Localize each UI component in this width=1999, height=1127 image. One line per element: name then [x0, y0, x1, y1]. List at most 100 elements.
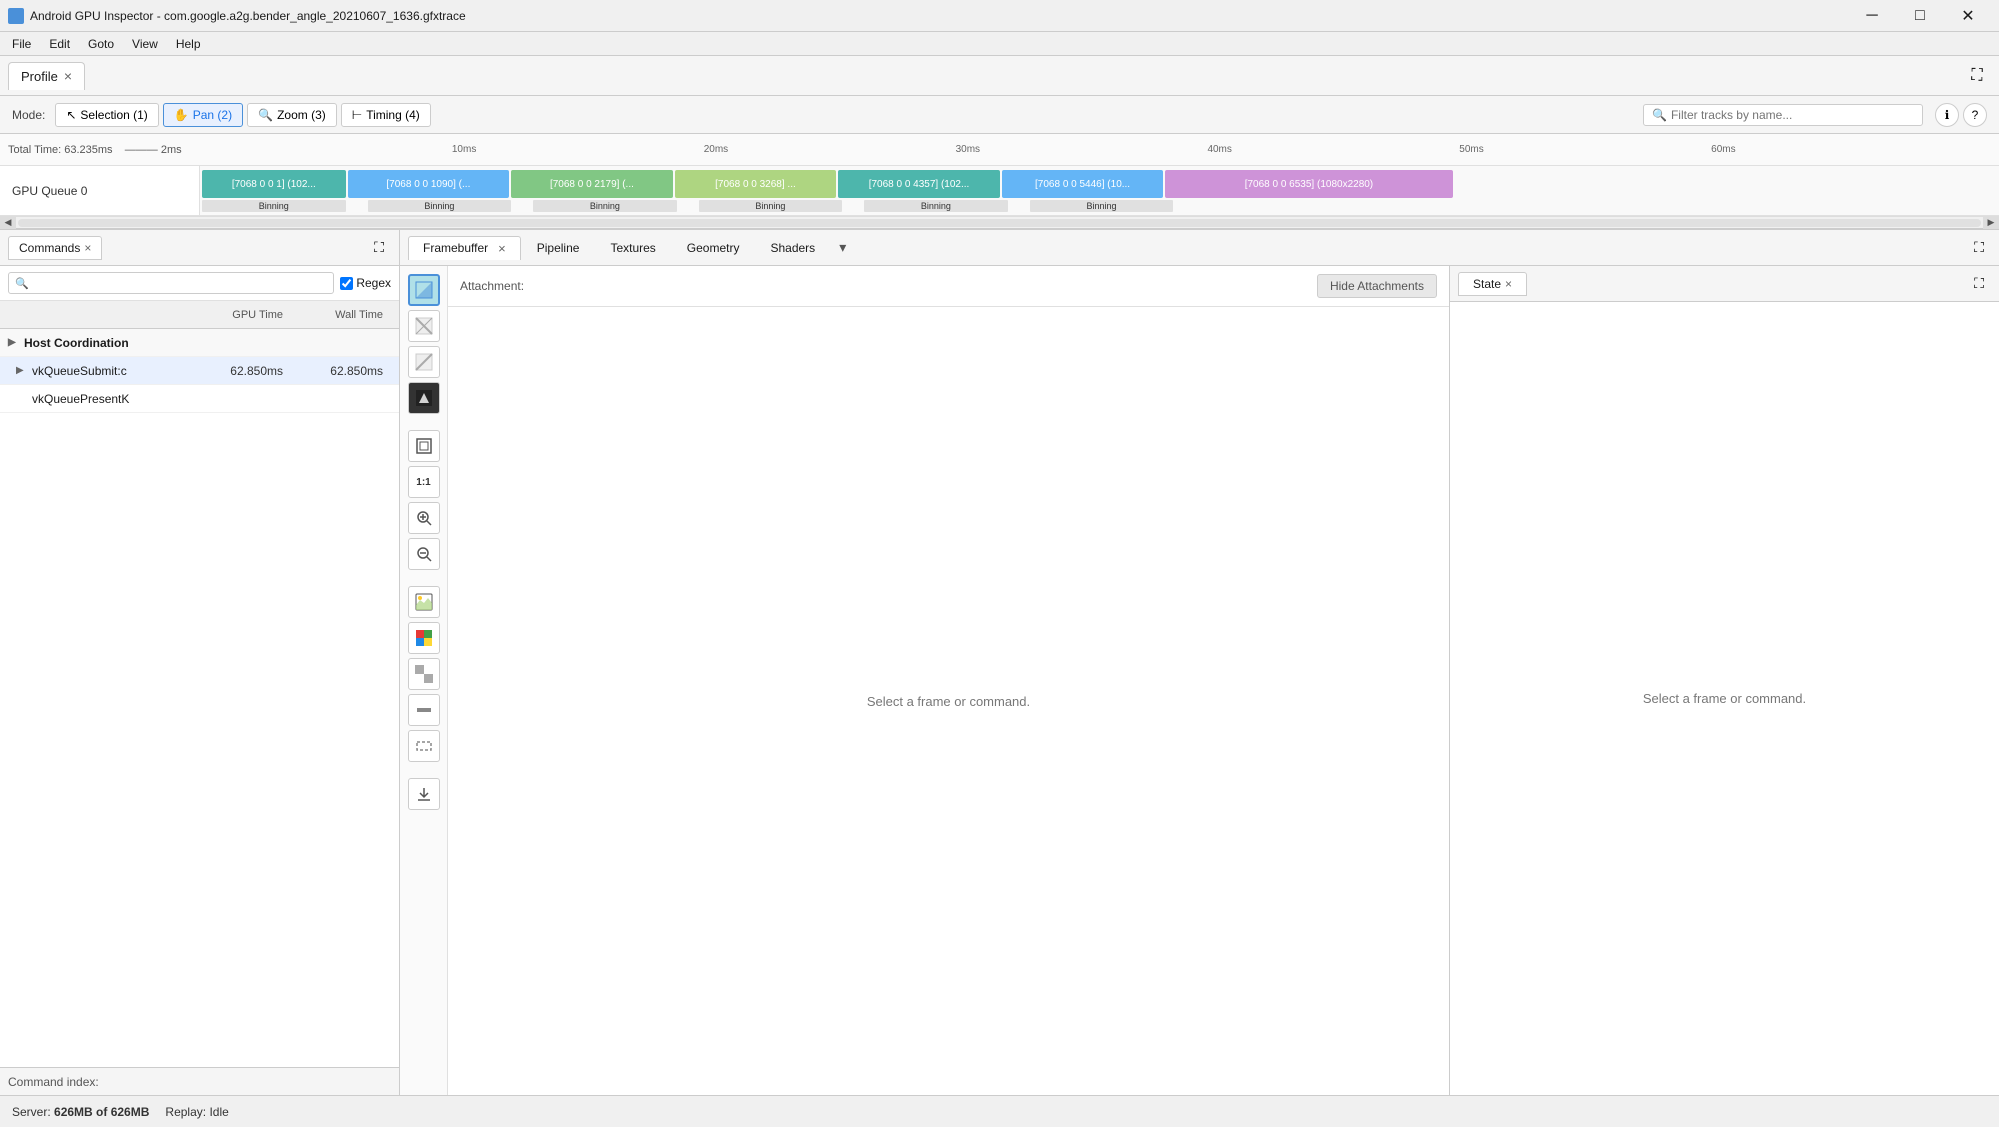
zoom-out-button[interactable] — [408, 538, 440, 570]
commands-search-input[interactable] — [33, 276, 328, 290]
color-channel-button[interactable] — [408, 622, 440, 654]
cmd-row-vkqueuesubmit[interactable]: ▶ vkQueueSubmit:c 62.850ms 62.850ms — [0, 357, 399, 385]
image-view-button[interactable] — [408, 586, 440, 618]
tab-pipeline[interactable]: Pipeline — [522, 236, 595, 259]
commands-tab-close[interactable]: × — [84, 241, 91, 255]
framebuffer-content: Attachment: Hide Attachments Select a fr… — [448, 266, 1449, 1095]
menu-view[interactable]: View — [124, 35, 166, 53]
help-buttons: ℹ ? — [1935, 103, 1987, 127]
menu-edit[interactable]: Edit — [41, 35, 78, 53]
menu-bar: File Edit Goto View Help — [0, 32, 1999, 56]
state-tab-close[interactable]: × — [1505, 277, 1512, 291]
attachment-3-button[interactable] — [408, 346, 440, 378]
checkerboard-button[interactable] — [408, 658, 440, 690]
binning-5: Binning — [1030, 200, 1174, 212]
title-bar-left: Android GPU Inspector - com.google.a2g.b… — [8, 8, 466, 24]
profile-tab-close[interactable]: × — [64, 69, 72, 83]
tab-geometry[interactable]: Geometry — [672, 236, 755, 259]
track-block-1[interactable]: [7068 0 0 1090] (... — [348, 170, 510, 198]
attachment-2-button[interactable] — [408, 310, 440, 342]
framebuffer-tab-close[interactable]: × — [498, 241, 506, 256]
scroll-left-button[interactable]: ◀ — [0, 217, 16, 229]
track-block-0[interactable]: [7068 0 0 1] (102... — [202, 170, 346, 198]
info-button[interactable]: ℹ — [1935, 103, 1959, 127]
state-tab[interactable]: State × — [1458, 272, 1527, 296]
cmd-row-vkqueuepresentk[interactable]: vkQueuePresentK — [0, 385, 399, 413]
menu-file[interactable]: File — [4, 35, 39, 53]
right-panels: Framebuffer × Pipeline Textures Geometry… — [400, 230, 1999, 1095]
framebuffer-top-bar: Attachment: Hide Attachments — [448, 266, 1449, 307]
state-expand-button[interactable]: ⛶ — [1967, 272, 1991, 296]
profile-fullscreen-button[interactable]: ⛶ — [1963, 62, 1991, 90]
track-block-5[interactable]: [7068 0 0 5446] (10... — [1002, 170, 1164, 198]
pan-icon: ✋ — [174, 108, 189, 122]
binning-3: Binning — [699, 200, 843, 212]
attachment-4-button[interactable] — [408, 382, 440, 414]
expand-vkqueue-icon[interactable]: ▶ — [16, 365, 32, 376]
zoom-in-button[interactable] — [408, 502, 440, 534]
commands-panel: Commands × ⛶ 🔍 Regex GPU Time Wall Time … — [0, 230, 400, 1095]
track-block-6[interactable]: [7068 0 0 6535] (1080x2280) — [1165, 170, 1452, 198]
close-button[interactable]: ✕ — [1945, 0, 1991, 32]
track-block-2[interactable]: [7068 0 0 2179] (... — [511, 170, 673, 198]
profile-tab[interactable]: Profile × — [8, 62, 85, 90]
scroll-right-button[interactable]: ▶ — [1983, 217, 1999, 229]
attachment-1-button[interactable] — [408, 274, 440, 306]
commands-search-input-wrap: 🔍 — [8, 272, 334, 294]
mode-pan-button[interactable]: ✋ Pan (2) — [163, 103, 243, 127]
tab-shaders[interactable]: Shaders — [755, 236, 830, 259]
one-to-one-button[interactable]: 1:1 — [408, 466, 440, 498]
timeline-area: Total Time: 63.235ms ——— 2ms 10ms 20ms 3… — [0, 134, 1999, 229]
framebuffer-empty-message: Select a frame or command. — [448, 307, 1449, 1095]
command-index-bar: Command index: — [0, 1067, 399, 1095]
hide-attachments-button[interactable]: Hide Attachments — [1317, 274, 1437, 298]
framebuffer-toolbar: 1:1 — [400, 266, 448, 1095]
cmd-name-vkqueuepresentk: vkQueuePresentK — [32, 392, 191, 406]
replay-status: Replay: Idle — [165, 1105, 228, 1119]
menu-help[interactable]: Help — [168, 35, 209, 53]
scroll-track[interactable] — [18, 219, 1981, 227]
geometry-tab-label: Geometry — [687, 241, 740, 255]
attachment-label: Attachment: — [460, 279, 524, 293]
app-icon — [8, 8, 24, 24]
fit-to-window-button[interactable] — [408, 430, 440, 462]
regex-checkbox-label[interactable]: Regex — [340, 276, 391, 290]
cmd-name-vkqueuesubmit: vkQueueSubmit:c — [32, 364, 191, 378]
cmd-wall-vkqueuesubmit: 62.850ms — [291, 364, 391, 378]
mode-zoom-button[interactable]: 🔍 Zoom (3) — [247, 103, 337, 127]
tab-framebuffer[interactable]: Framebuffer × — [408, 236, 521, 260]
track-block-3[interactable]: [7068 0 0 3268] ... — [675, 170, 837, 198]
commands-tab-label: Commands — [19, 241, 80, 255]
ruler-tick-30ms: 30ms — [956, 144, 980, 155]
title-bar: Android GPU Inspector - com.google.a2g.b… — [0, 0, 1999, 32]
help-button[interactable]: ? — [1963, 103, 1987, 127]
mode-selection-button[interactable]: ↖ Selection (1) — [55, 103, 158, 127]
commands-tab[interactable]: Commands × — [8, 236, 102, 260]
mode-bar: Mode: ↖ Selection (1) ✋ Pan (2) 🔍 Zoom (… — [0, 96, 1999, 134]
right-tabs-expand-button[interactable]: ⛶ — [1967, 236, 1991, 260]
cmd-row-host-coordination[interactable]: ▶ Host Coordination — [0, 329, 399, 357]
download-button[interactable] — [408, 778, 440, 810]
maximize-button[interactable]: □ — [1897, 0, 1943, 32]
gpu-queue-track[interactable]: [7068 0 0 1] (102... [7068 0 0 1090] (..… — [200, 166, 1999, 215]
binning-1: Binning — [368, 200, 512, 212]
track-block-4[interactable]: [7068 0 0 4357] (102... — [838, 170, 1000, 198]
regex-checkbox[interactable] — [340, 277, 353, 290]
selection-crop-button[interactable] — [408, 730, 440, 762]
crop-button[interactable] — [408, 694, 440, 726]
ruler-tick-20ms: 20ms — [704, 144, 728, 155]
ruler-tick-60ms: 60ms — [1711, 144, 1735, 155]
filter-tracks-input[interactable] — [1671, 108, 1914, 122]
expand-host-icon[interactable]: ▶ — [8, 337, 24, 348]
selection-icon: ↖ — [66, 108, 76, 122]
menu-goto[interactable]: Goto — [80, 35, 122, 53]
status-bar: Server: 626MB of 626MB Replay: Idle — [0, 1095, 1999, 1127]
col-gpu-header: GPU Time — [191, 309, 291, 321]
filter-search-icon: 🔍 — [1652, 108, 1667, 122]
tab-textures[interactable]: Textures — [595, 236, 670, 259]
minimize-button[interactable]: ─ — [1849, 0, 1895, 32]
zoom-icon: 🔍 — [258, 108, 273, 122]
more-tabs-button[interactable]: ▾ — [831, 235, 854, 260]
commands-expand-button[interactable]: ⛶ — [367, 236, 391, 260]
mode-timing-button[interactable]: ⊢ Timing (4) — [341, 103, 431, 127]
